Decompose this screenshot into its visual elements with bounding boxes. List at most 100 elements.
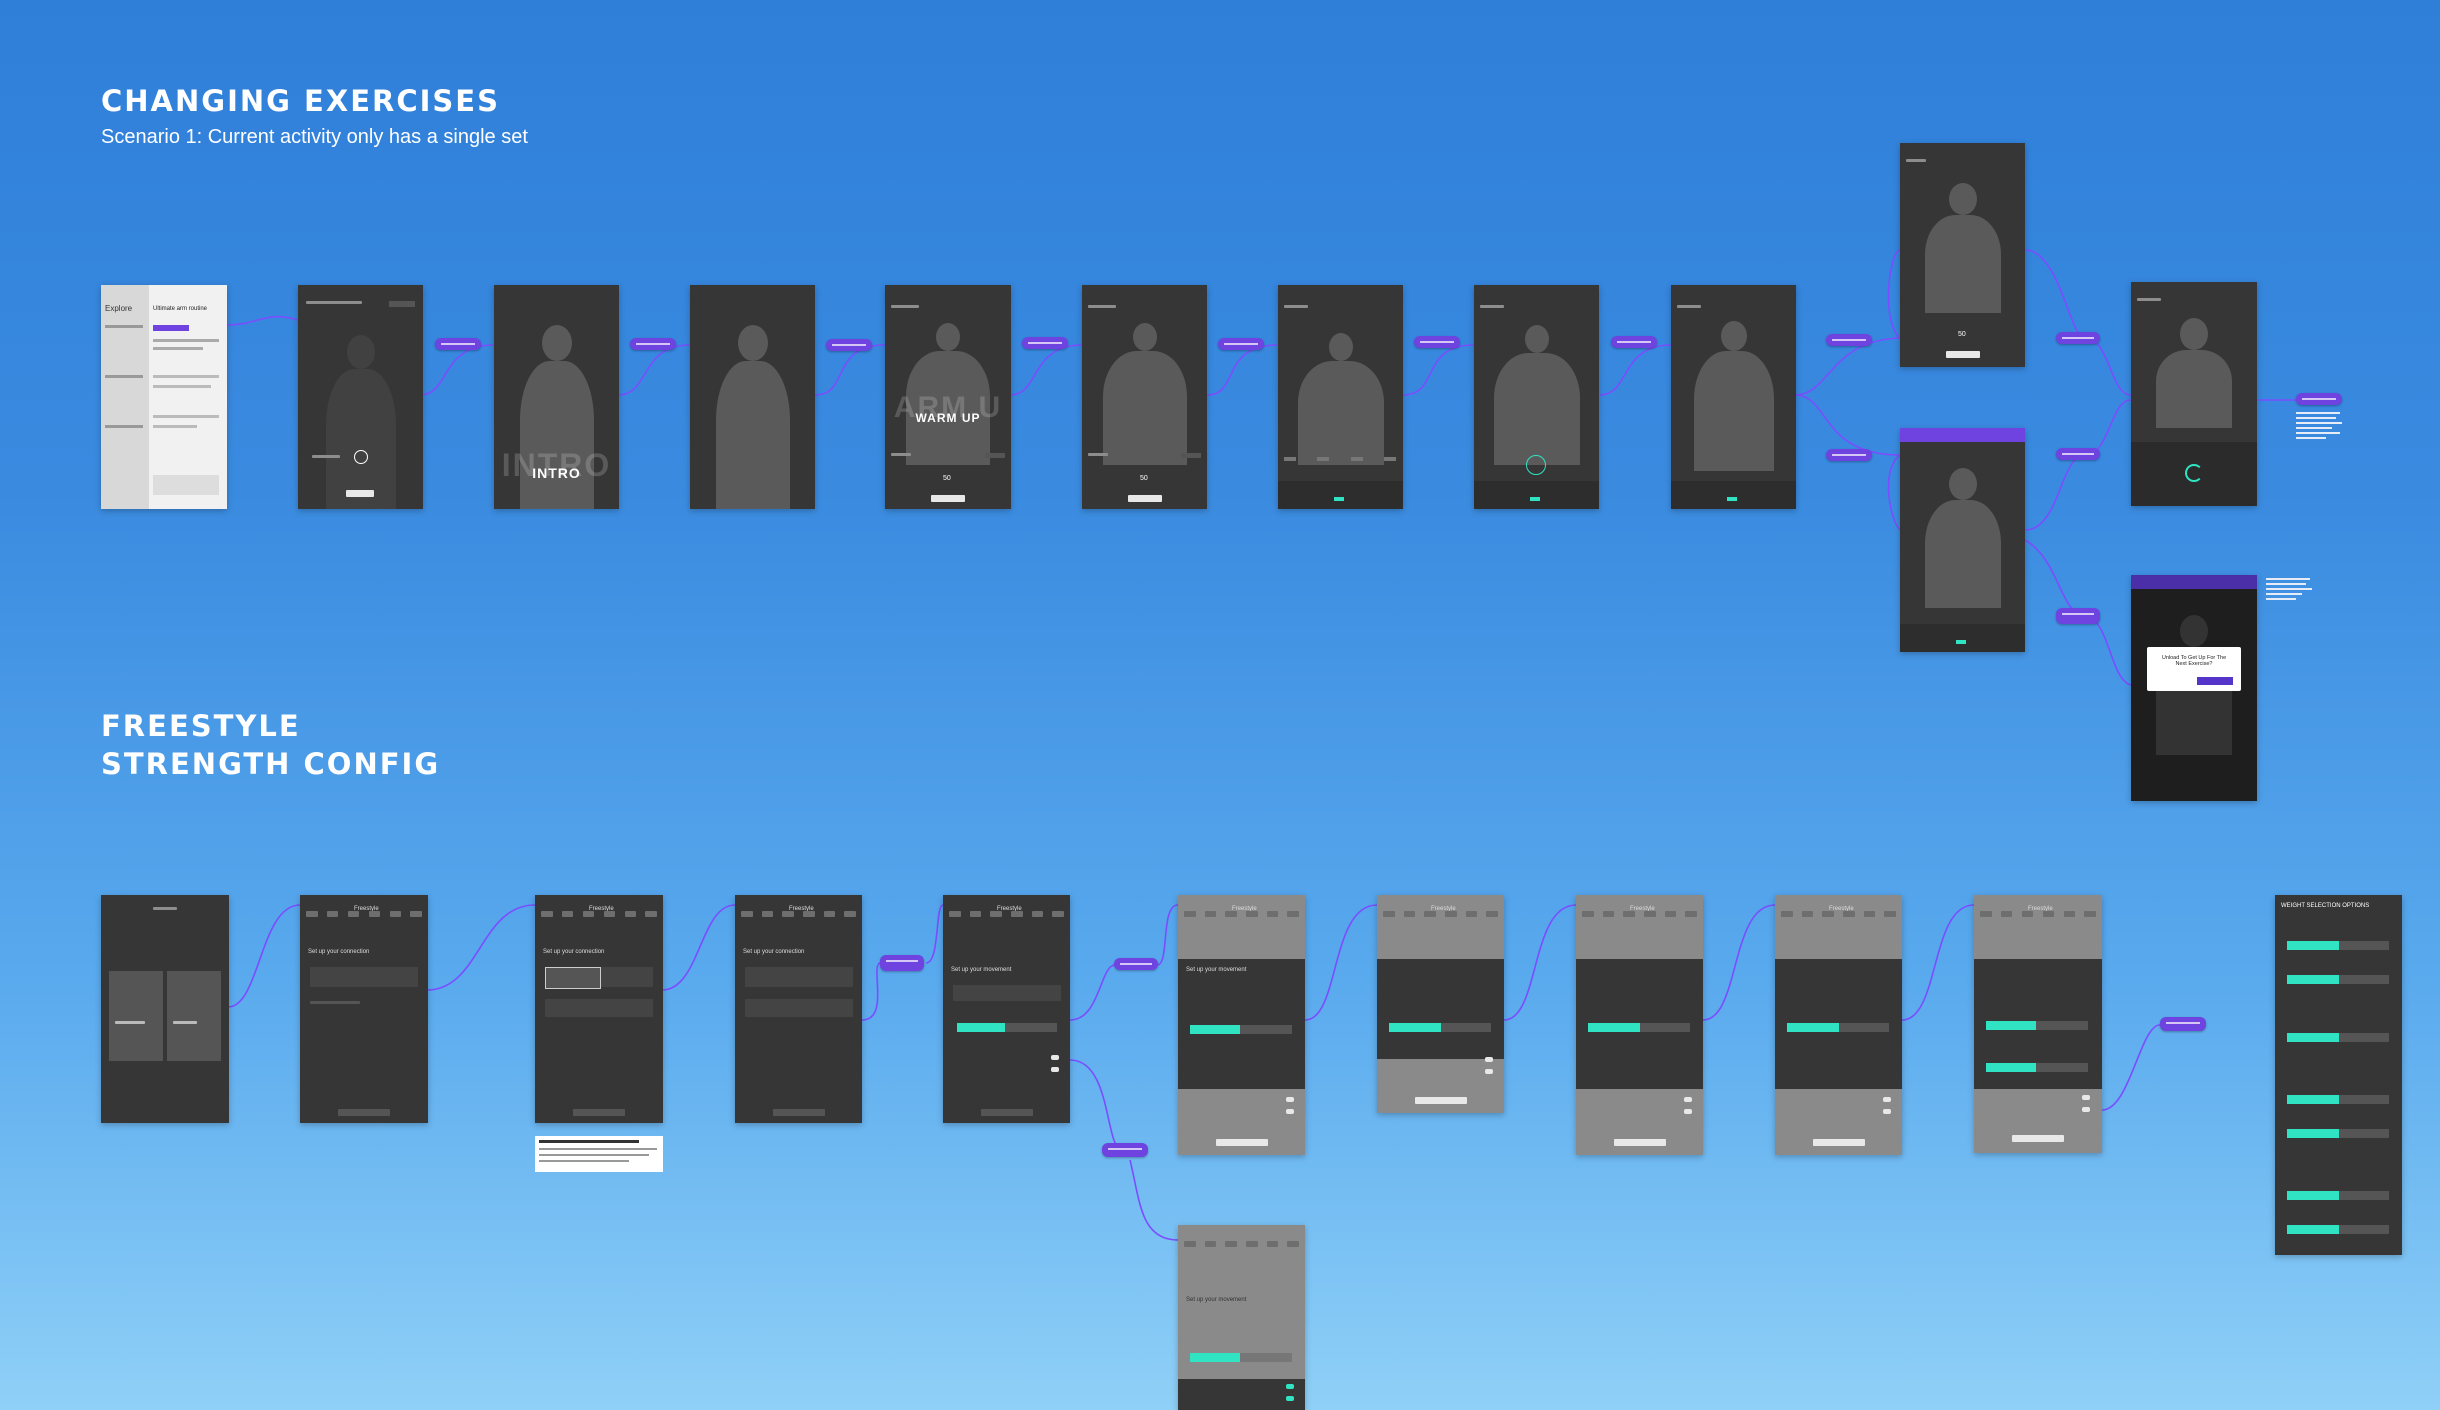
intro-label: INTRO [532,465,581,481]
connector [2084,399,2132,456]
screen-movement-light-5: Freestyle [1974,895,2102,1153]
connector [1794,337,1901,396]
weight-slider-fill[interactable] [1986,1063,2036,1072]
screen-next-exercise-top: 50 [1900,143,2025,367]
weight-slider-fill[interactable] [1190,1025,1240,1034]
toggle[interactable] [1286,1109,1294,1114]
connector [925,904,944,964]
screen-movement-light-bottom: Set up your movement [1178,1225,1305,1410]
toggle[interactable] [1286,1396,1294,1401]
weight-slider-fill[interactable] [957,1023,1005,1032]
screen-freestyle-connection: Freestyle Set up your connection [300,895,428,1123]
explore-title: Explore [105,304,133,313]
toggle[interactable] [1684,1109,1692,1114]
connector [814,344,886,396]
connector [861,962,881,1021]
connector [617,344,691,396]
transition-label [2056,332,2100,344]
rep-value: 50 [943,475,951,482]
transition-label [2296,393,2342,405]
connector [426,904,536,991]
annotation-doc [535,1136,663,1172]
screen-next-exercise-bottom [1900,428,2025,652]
connector [2024,249,2086,339]
transition-label [1611,336,1657,348]
connector [1901,904,1975,1021]
screen-movement-light-4: Freestyle [1775,895,1902,1155]
connector [227,904,301,1008]
toggle[interactable] [2082,1107,2090,1112]
unload-modal: Unload To Get Up For The Next Exercise? [2147,647,2241,691]
connector [2101,1024,2161,1111]
connector [2084,337,2132,396]
screen-exercise-timer [1474,285,1599,509]
screen-video-paused [298,285,423,509]
connector [1402,344,1475,396]
screen-freestyle-connection-grid: Freestyle Set up your connection [735,895,862,1123]
transition-label [2056,608,2100,624]
screen-movement-light-2: Freestyle [1377,895,1504,1113]
screen-explore: Explore Ultimate arm routine [101,285,227,509]
connector [1887,249,1901,339]
screen-exercise-bent [1278,285,1403,509]
screen-unload-modal: Unload To Get Up For The Next Exercise? [2131,575,2257,801]
weight-slider-fill[interactable] [1190,1353,1240,1362]
connection-heading: Set up your connection [743,949,805,955]
transition-label [1826,334,1872,346]
transition-label [435,338,481,350]
toggle[interactable] [1883,1097,1891,1102]
weight-options-title: WEIGHT SELECTION OPTIONS [2281,903,2370,909]
transition-label [1414,336,1460,348]
screen-quick-start [101,895,229,1123]
toggle[interactable] [1286,1384,1294,1389]
weight-slider-fill[interactable] [1588,1023,1640,1032]
rep-value: 50 [1958,331,1966,338]
weight-slider-fill[interactable] [1986,1021,2036,1030]
transition-label [1102,1143,1148,1157]
modal-confirm-button[interactable] [2197,677,2233,685]
toggle[interactable] [1684,1097,1692,1102]
screen-warm-up: ARM U WARM UP 50 [885,285,1011,509]
connector [1599,344,1672,396]
connector [1156,904,1179,966]
movement-heading: Set up your movement [951,967,1012,973]
person-silhouette [325,335,396,509]
screen-movement-light-1: Freestyle Set up your movement [1178,895,1305,1155]
screen-warm-up-active: 50 [1082,285,1207,509]
annotation-note [2266,578,2314,603]
modal-title: Unload To Get Up For The Next Exercise? [2161,655,2227,667]
transition-label [1114,958,1158,970]
toggle[interactable] [1883,1109,1891,1114]
screen-person [690,285,815,509]
toggle[interactable] [2082,1095,2090,1100]
weight-slider-fill[interactable] [1787,1023,1839,1032]
transition-label [1022,337,1068,349]
annotation-note [2296,412,2344,442]
toggle[interactable] [1485,1069,1493,1074]
connector [1887,454,1901,531]
transition-label [2160,1017,2206,1031]
toggle[interactable] [1485,1057,1493,1062]
explore-heading: Ultimate arm routine [153,306,208,312]
toggle[interactable] [1286,1097,1294,1102]
movement-heading: Set up your movement [1186,1297,1247,1303]
toggle[interactable] [1051,1055,1059,1060]
connector [2024,454,2086,531]
transition-label [1218,338,1264,350]
screen-intro: INTRO INTRO [494,285,619,509]
connector [1069,1059,1121,1151]
connector [225,315,299,326]
connector [1702,904,1776,1021]
movement-heading: Set up your movement [1186,967,1247,973]
screen-exercise-rest [1671,285,1796,509]
toggle[interactable] [1051,1067,1059,1072]
connection-heading: Set up your connection [308,949,370,955]
transition-label [630,338,676,350]
weight-slider-fill[interactable] [1389,1023,1441,1032]
connection-heading: Set up your connection [543,949,605,955]
connector [1129,1159,1179,1241]
loading-spinner [2185,464,2203,482]
connector [1206,344,1279,396]
connector [2024,539,2086,616]
connector [1069,964,1116,1021]
